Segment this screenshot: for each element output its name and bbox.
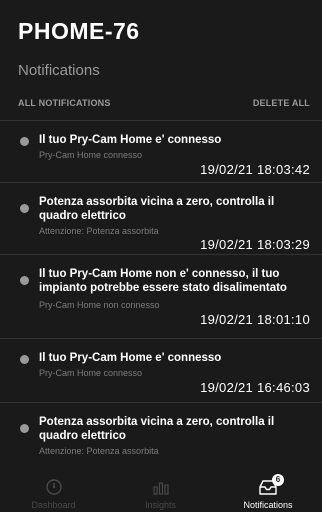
notification-timestamp: 19/02/21 18:03:42 (200, 162, 310, 177)
all-notifications-filter[interactable]: ALL NOTIFICATIONS (18, 98, 111, 108)
notification-timestamp: 19/02/21 18:03:29 (200, 237, 310, 252)
notification-detail: Pry-Cam Home connesso (39, 150, 143, 160)
tab-insights[interactable]: Insights (107, 472, 214, 512)
notification-message: Il tuo Pry-Cam Home e' connesso (39, 134, 222, 146)
unread-dot-icon (20, 204, 29, 213)
unread-dot-icon (20, 137, 29, 146)
bottom-tab-bar: Dashboard Insights 6 Notifications (0, 472, 322, 512)
tab-dashboard-label: Dashboard (31, 500, 76, 510)
notification-item[interactable]: Potenza assorbita vicina a zero, control… (0, 402, 322, 472)
tab-insights-label: Insights (144, 500, 177, 510)
notification-detail: Pry-Cam Home connesso (39, 368, 143, 378)
tab-notifications-label: Notifications (243, 500, 293, 510)
notification-message: Il tuo Pry-Cam Home non e' connesso, il … (39, 268, 287, 294)
notification-message: Il tuo Pry-Cam Home e' connesso (39, 352, 222, 364)
tab-notifications[interactable]: 6 Notifications (214, 472, 322, 512)
page-title: PHOME-76 (18, 18, 140, 44)
delete-all-button[interactable]: DELETE ALL (253, 98, 310, 108)
unread-dot-icon (20, 276, 29, 285)
notification-item[interactable]: Il tuo Pry-Cam Home e' connesso Pry-Cam … (0, 338, 322, 402)
unread-dot-icon (20, 355, 29, 364)
notification-item[interactable]: Potenza assorbita vicina a zero, control… (0, 182, 322, 254)
notification-detail: Attenzione: Potenza assorbita (39, 226, 159, 236)
notification-message: Potenza assorbita vicina a zero, control… (39, 196, 275, 222)
notifications-inbox-icon: 6 (258, 474, 284, 501)
unread-dot-icon (20, 424, 29, 433)
notification-timestamp: 19/02/21 16:46:03 (200, 380, 310, 395)
notifications-badge: 6 (272, 474, 284, 486)
page-subtitle: Notifications (18, 62, 100, 79)
notification-timestamp: 19/02/21 18:01:10 (200, 312, 310, 327)
dashboard-gauge-icon (45, 478, 63, 501)
notification-actions: ALL NOTIFICATIONS DELETE ALL (18, 98, 310, 112)
insights-bar-chart-icon (152, 478, 170, 501)
notification-item[interactable]: Il tuo Pry-Cam Home e' connesso Pry-Cam … (0, 120, 322, 182)
tab-dashboard[interactable]: Dashboard (0, 472, 107, 512)
notification-message: Potenza assorbita vicina a zero, control… (39, 416, 275, 442)
notification-detail: Pry-Cam Home non connesso (39, 300, 160, 310)
notification-detail: Attenzione: Potenza assorbita (39, 446, 159, 456)
notification-list[interactable]: Il tuo Pry-Cam Home e' connesso Pry-Cam … (0, 120, 322, 472)
notification-item[interactable]: Il tuo Pry-Cam Home non e' connesso, il … (0, 254, 322, 338)
